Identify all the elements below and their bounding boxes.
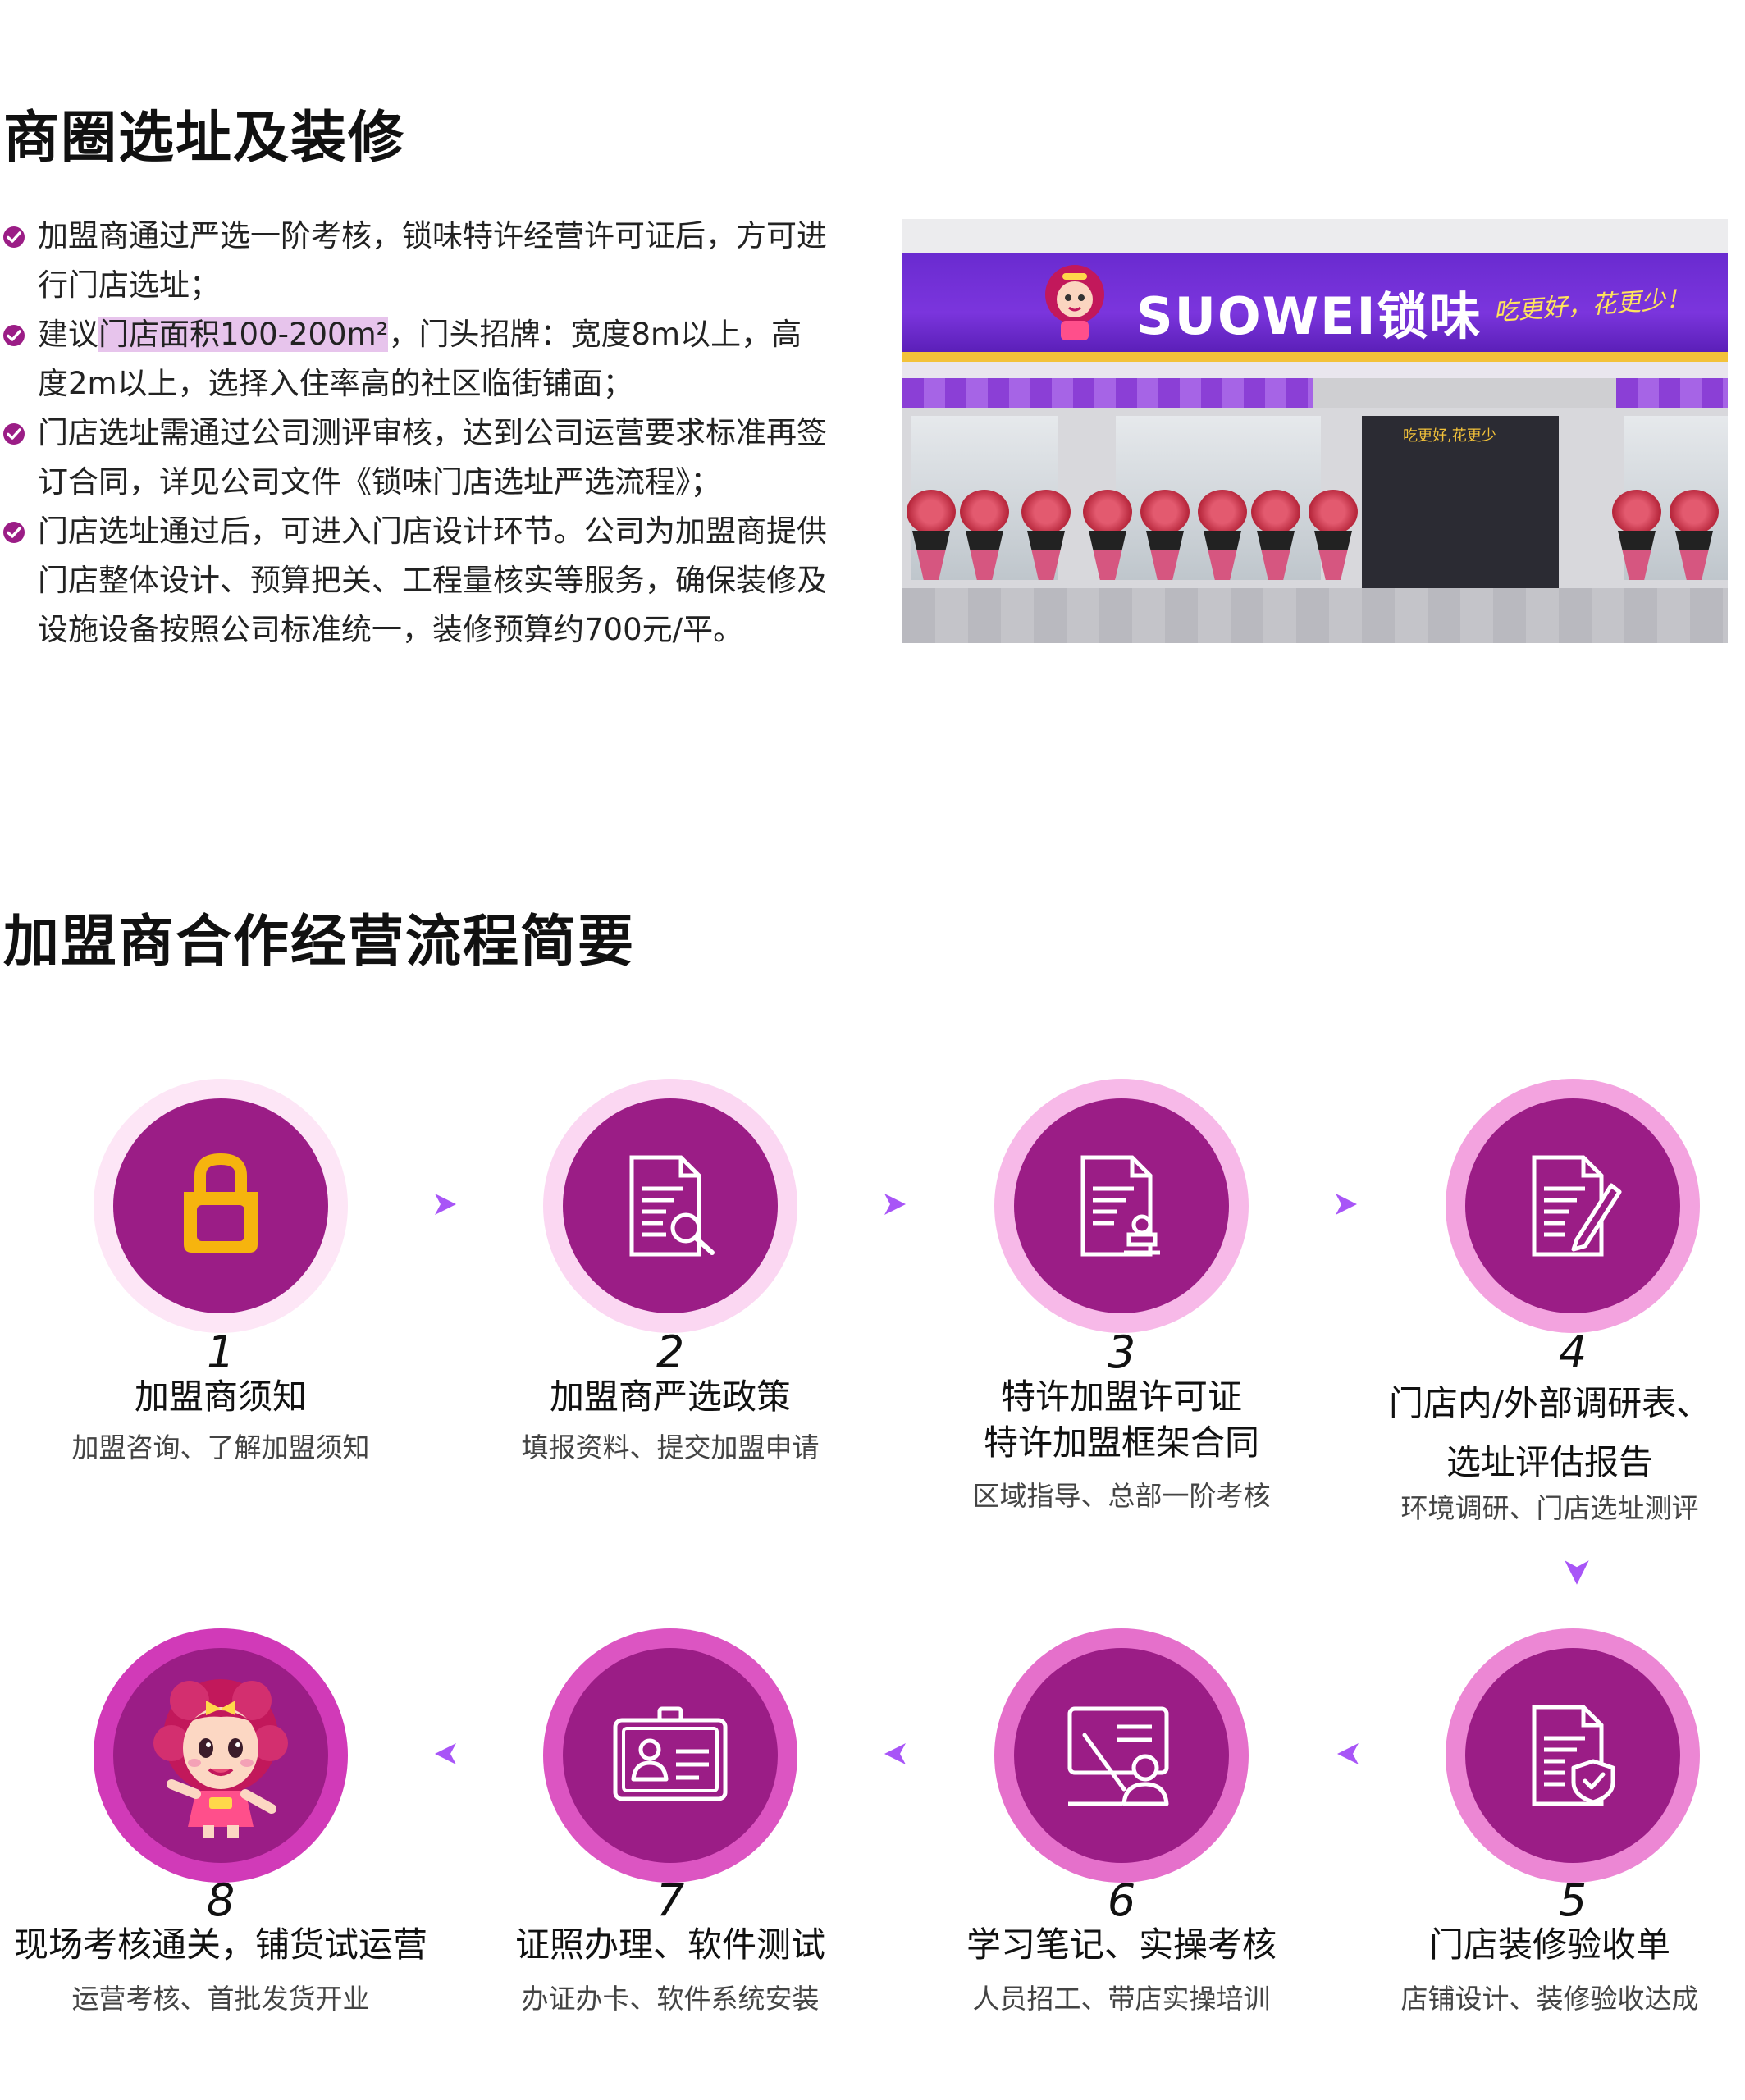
document-stamp-icon (1080, 1155, 1160, 1257)
step-2-number: 2 (656, 1326, 685, 1378)
check-circle-icon (3, 226, 25, 248)
step-3-number: 3 (1107, 1326, 1136, 1378)
step-8-label: 现场考核通关，铺货试运营 (13, 1924, 427, 1965)
document-search-icon (629, 1155, 715, 1257)
step-3-circle (994, 1079, 1249, 1333)
document-pen-icon (1532, 1155, 1622, 1257)
step-8-number: 8 (206, 1874, 235, 1926)
bullet-item: 门店选址通过后，可进入门店设计环节。公司为加盟商提供门店整体设计、预算把关、工程… (0, 507, 829, 655)
step-4-label-line-1: 门店内/外部调研表、 (1388, 1383, 1711, 1423)
arrow-right-icon (435, 1194, 456, 1215)
arrow-left-icon (1337, 1743, 1359, 1764)
step-4-label-line-2: 选址评估报告 (1446, 1442, 1653, 1482)
arrow-right-icon (1336, 1194, 1357, 1215)
step-3-label-line-1: 特许加盟许可证 (1000, 1376, 1242, 1417)
teacher-board-icon (1067, 1706, 1169, 1806)
document-shield-icon (1532, 1705, 1615, 1806)
mascot-icon (153, 1679, 288, 1838)
step-7-subtitle: 办证办卡、软件系统安装 (521, 1983, 820, 2015)
step-5-label: 门店装修验收单 (1428, 1924, 1670, 1965)
step-7-number: 7 (656, 1874, 685, 1926)
section-title-process: 加盟商合作经营流程简要 (3, 910, 636, 975)
id-card-icon (613, 1706, 728, 1801)
arrow-right-icon (884, 1194, 906, 1215)
step-3-subtitle: 区域指导、总部一阶考核 (972, 1480, 1271, 1512)
step-8-circle (94, 1628, 348, 1883)
highlighted-store-area: 门店面积100-200m² (98, 317, 389, 352)
step-4-circle (1446, 1079, 1700, 1333)
door-slogan: 吃更好,花更少 (1403, 427, 1496, 445)
arrow-left-icon (435, 1743, 456, 1764)
step-4-subtitle: 环境调研、门店选址测评 (1400, 1492, 1699, 1524)
step-2-label: 加盟商严选政策 (549, 1376, 791, 1417)
check-circle-icon (3, 325, 25, 346)
step-1-label: 加盟商须知 (134, 1376, 307, 1417)
check-circle-icon (3, 522, 25, 543)
shopping-bag-icon (184, 1153, 258, 1253)
section-title-site-selection: 商圈选址及装修 (3, 106, 406, 171)
step-4-number: 4 (1558, 1326, 1587, 1378)
step-5-subtitle: 店铺设计、装修验收达成 (1400, 1983, 1699, 2015)
step-3-label-line-2: 特许加盟框架合同 (983, 1422, 1259, 1463)
bullet-item: 门店选址需通过公司测评审核，达到公司运营要求标准再签订合同，详见公司文件《锁味门… (0, 409, 829, 507)
arrow-left-icon (884, 1743, 906, 1764)
step-1-circle (94, 1079, 348, 1333)
store-brand-name: SUOWEI锁味 (1136, 286, 1482, 346)
step-3-label: 特许加盟许可证 特许加盟框架合同 (901, 1374, 1342, 1466)
step-7-circle (543, 1628, 797, 1883)
bullet-text: 门店选址需通过公司测评审核，达到公司运营要求标准再签订合同，详见公司文件《锁味门… (38, 415, 827, 500)
check-circle-icon (3, 423, 25, 445)
site-selection-bullet-list: 加盟商通过严选一阶考核，锁味特许经营许可证后，方可进行门店选址； 建议门店面积1… (0, 212, 829, 655)
step-4-label: 门店内/外部调研表、 选址评估报告 (1354, 1374, 1745, 1492)
step-6-label: 学习笔记、实操考核 (966, 1924, 1277, 1965)
storefront-photo: SUOWEI锁味 吃更好，花更少！ 吃更好,花更少 (902, 219, 1728, 643)
step-5-number: 5 (1558, 1874, 1587, 1926)
bullet-text: 加盟商通过严选一阶考核，锁味特许经营许可证后，方可进行门店选址； (38, 218, 827, 303)
mascot-icon (1045, 265, 1104, 340)
step-7-label: 证照办理、软件测试 (514, 1924, 825, 1965)
arrow-down-icon (1565, 1560, 1589, 1585)
step-6-number: 6 (1107, 1874, 1136, 1926)
step-5-circle (1446, 1628, 1700, 1883)
step-1-number: 1 (206, 1326, 235, 1378)
step-6-circle (994, 1628, 1249, 1883)
step-2-subtitle: 填报资料、提交加盟申请 (521, 1431, 820, 1463)
bullet-item: 加盟商通过严选一阶考核，锁味特许经营许可证后，方可进行门店选址； (0, 212, 829, 310)
step-2-circle (543, 1079, 797, 1333)
step-1-subtitle: 加盟咨询、了解加盟须知 (71, 1431, 370, 1463)
step-6-subtitle: 人员招工、带店实操培训 (972, 1983, 1271, 2015)
step-8-subtitle: 运营考核、首批发货开业 (71, 1983, 370, 2015)
bullet-text: 建议 (38, 317, 98, 352)
bullet-item: 建议门店面积100-200m²，门头招牌：宽度8m以上，高度2m以上，选择入住率… (0, 310, 829, 409)
bullet-text: 门店选址通过后，可进入门店设计环节。公司为加盟商提供门店整体设计、预算把关、工程… (38, 514, 827, 647)
